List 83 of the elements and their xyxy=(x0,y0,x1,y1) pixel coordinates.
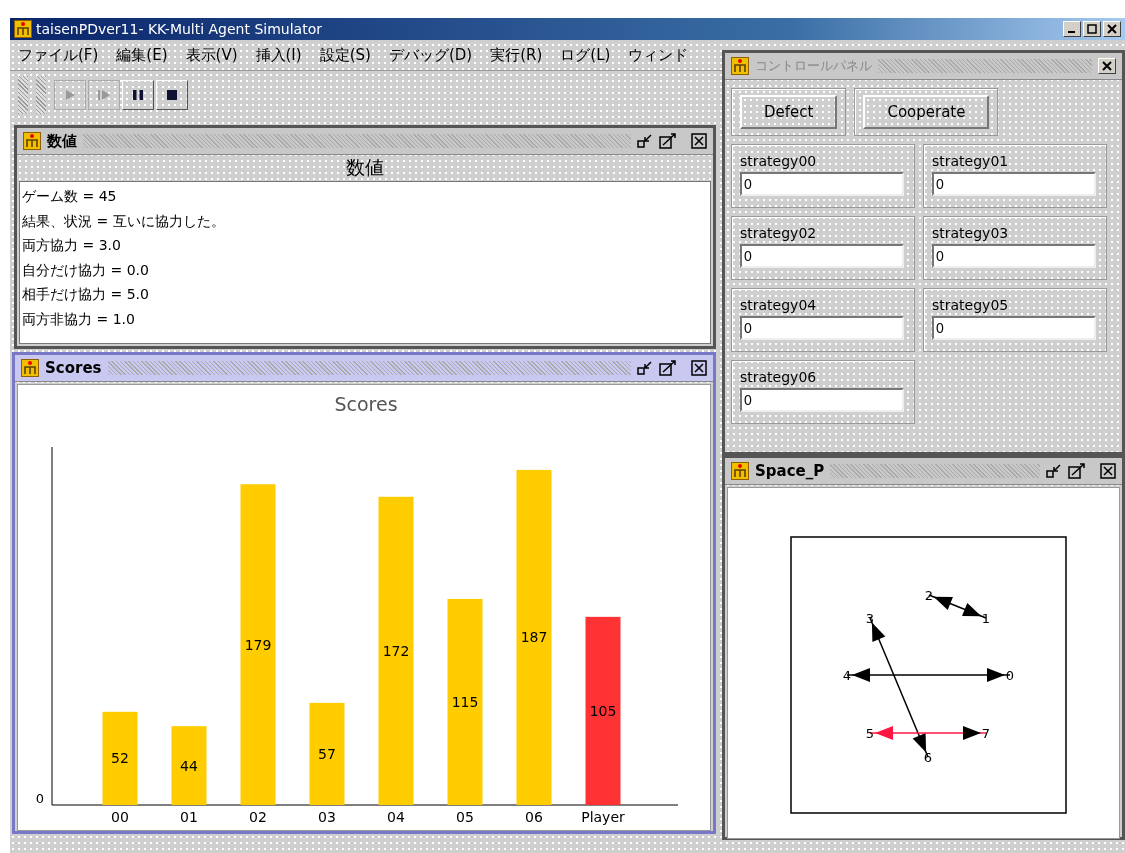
x-tick-label: 03 xyxy=(318,809,336,825)
node-label: 3 xyxy=(865,611,875,626)
restore-icon[interactable] xyxy=(637,133,653,149)
bar-value-label: 52 xyxy=(111,750,129,767)
input-field[interactable]: 0 xyxy=(740,316,904,340)
maximize-icon[interactable] xyxy=(1083,21,1101,37)
maximize-icon[interactable] xyxy=(659,360,677,376)
play-icon xyxy=(64,89,76,101)
x-tick-label: 06 xyxy=(525,809,543,825)
app-logo-icon xyxy=(14,20,32,38)
node-label: 0 xyxy=(1005,668,1015,683)
step-icon xyxy=(97,89,111,101)
frame-title: Space_P xyxy=(755,462,825,480)
x-tick-label: 01 xyxy=(180,809,198,825)
x-tick-label: 04 xyxy=(387,809,405,825)
close-icon[interactable] xyxy=(691,360,707,376)
action-button[interactable]: Defect xyxy=(740,95,838,129)
menu-item[interactable]: ファイル(F) xyxy=(18,45,99,65)
field-label: strategy06 xyxy=(740,369,818,385)
x-tick-label: 02 xyxy=(249,809,267,825)
field-label: strategy01 xyxy=(932,153,1010,169)
menu-item[interactable]: 設定(S) xyxy=(319,45,371,65)
toolbar-grip[interactable] xyxy=(36,76,46,114)
node-label: 7 xyxy=(981,726,991,741)
app-logo-icon xyxy=(21,359,39,377)
input-field[interactable]: 0 xyxy=(932,172,1096,196)
menu-item[interactable]: 挿入(I) xyxy=(255,45,302,65)
panel-heading: 数値 xyxy=(346,155,384,180)
field-label: strategy05 xyxy=(932,297,1010,313)
text-line: 相手だけ協力 = 5.0 xyxy=(22,285,150,304)
bar-value-label: 187 xyxy=(520,629,548,646)
field-label: strategy03 xyxy=(932,225,1010,241)
menu-item[interactable]: 表示(V) xyxy=(185,45,238,65)
bar-value-label: 172 xyxy=(382,642,410,659)
node-label: 1 xyxy=(981,611,991,626)
input-field[interactable]: 0 xyxy=(932,244,1096,268)
input-field[interactable]: 0 xyxy=(932,316,1096,340)
menu-item[interactable]: 実行(R) xyxy=(490,45,543,65)
field-label: strategy02 xyxy=(740,225,818,241)
frame-title: Scores xyxy=(45,359,102,377)
x-tick-label: 05 xyxy=(456,809,474,825)
bar-value-label: 44 xyxy=(180,757,198,774)
text-line: 自分だけ協力 = 0.0 xyxy=(22,260,150,280)
bar-value-label: 179 xyxy=(244,636,272,653)
text-line: 両方非協力 = 1.0 xyxy=(22,309,136,329)
text-line: 結果、状況 = 互いに協力した。 xyxy=(22,211,226,231)
input-field[interactable]: 0 xyxy=(740,244,904,268)
close-icon[interactable] xyxy=(1100,463,1116,479)
bar-value-label: 105 xyxy=(589,702,617,719)
pause-icon xyxy=(132,89,144,101)
input-field[interactable]: 0 xyxy=(740,172,904,196)
menu-item[interactable]: ログ(L) xyxy=(560,45,611,65)
x-tick-label: Player xyxy=(581,809,625,825)
field-label: strategy04 xyxy=(740,297,818,313)
close-icon[interactable] xyxy=(691,133,707,149)
action-button[interactable]: Cooperate xyxy=(863,95,990,129)
maximize-icon[interactable] xyxy=(659,133,677,149)
menu-item[interactable]: デバッグ(D) xyxy=(388,45,473,65)
field-label: strategy00 xyxy=(740,153,818,169)
window-title: taisenPDver11- KK-Multi Agent Simulator xyxy=(36,21,322,37)
menu-item[interactable]: 編集(E) xyxy=(116,45,168,65)
node-label: 5 xyxy=(865,726,875,741)
x-tick-label: 00 xyxy=(111,809,129,825)
node-label: 4 xyxy=(842,668,852,683)
app-logo-icon xyxy=(731,462,749,480)
app-logo-icon xyxy=(23,132,41,150)
minimize-icon[interactable] xyxy=(1063,21,1081,37)
frame-title: 数値 xyxy=(47,131,77,151)
restore-icon[interactable] xyxy=(637,360,653,376)
chart-title: Scores xyxy=(334,393,398,415)
menu-item[interactable]: ウィンド xyxy=(628,45,689,65)
bar-value-label: 57 xyxy=(318,745,336,762)
toolbar-grip[interactable] xyxy=(18,76,28,114)
input-field[interactable]: 0 xyxy=(740,388,904,412)
text-line: ゲーム数 = 45 xyxy=(22,187,118,206)
stop-icon xyxy=(167,90,177,100)
text-line: 両方協力 = 3.0 xyxy=(22,236,122,255)
app-logo-icon xyxy=(731,57,749,75)
restore-icon[interactable] xyxy=(1046,463,1062,479)
y-axis-label: 0 xyxy=(35,791,44,806)
bar-value-label: 115 xyxy=(451,693,479,710)
node-label: 6 xyxy=(923,750,933,765)
maximize-icon[interactable] xyxy=(1068,463,1086,479)
